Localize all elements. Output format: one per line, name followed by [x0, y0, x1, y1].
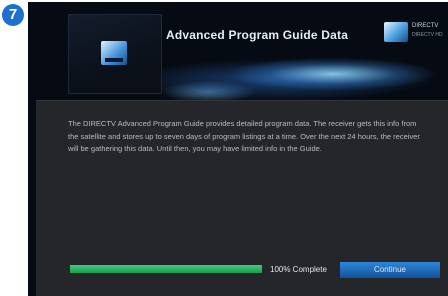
download-progress-bar: [70, 265, 262, 273]
brand-logo-icon: [384, 22, 408, 42]
tv-screen: Advanced Program Guide Data DIRECTV DIRE…: [28, 2, 448, 296]
step-number-badge: 7: [2, 4, 24, 26]
progress-fill: [70, 265, 262, 273]
brand-subtitle: DIRECTV HD: [412, 32, 443, 38]
info-message: The DIRECTV Advanced Program Guide provi…: [68, 119, 420, 153]
progress-label: 100% Complete: [270, 265, 327, 274]
directv-logo-icon: [101, 41, 127, 65]
continue-button[interactable]: Continue: [340, 262, 440, 278]
brand-name: DIRECTV: [412, 23, 439, 29]
page-title: Advanced Program Guide Data: [166, 28, 349, 42]
channel-preview-thumbnail: [68, 14, 162, 94]
